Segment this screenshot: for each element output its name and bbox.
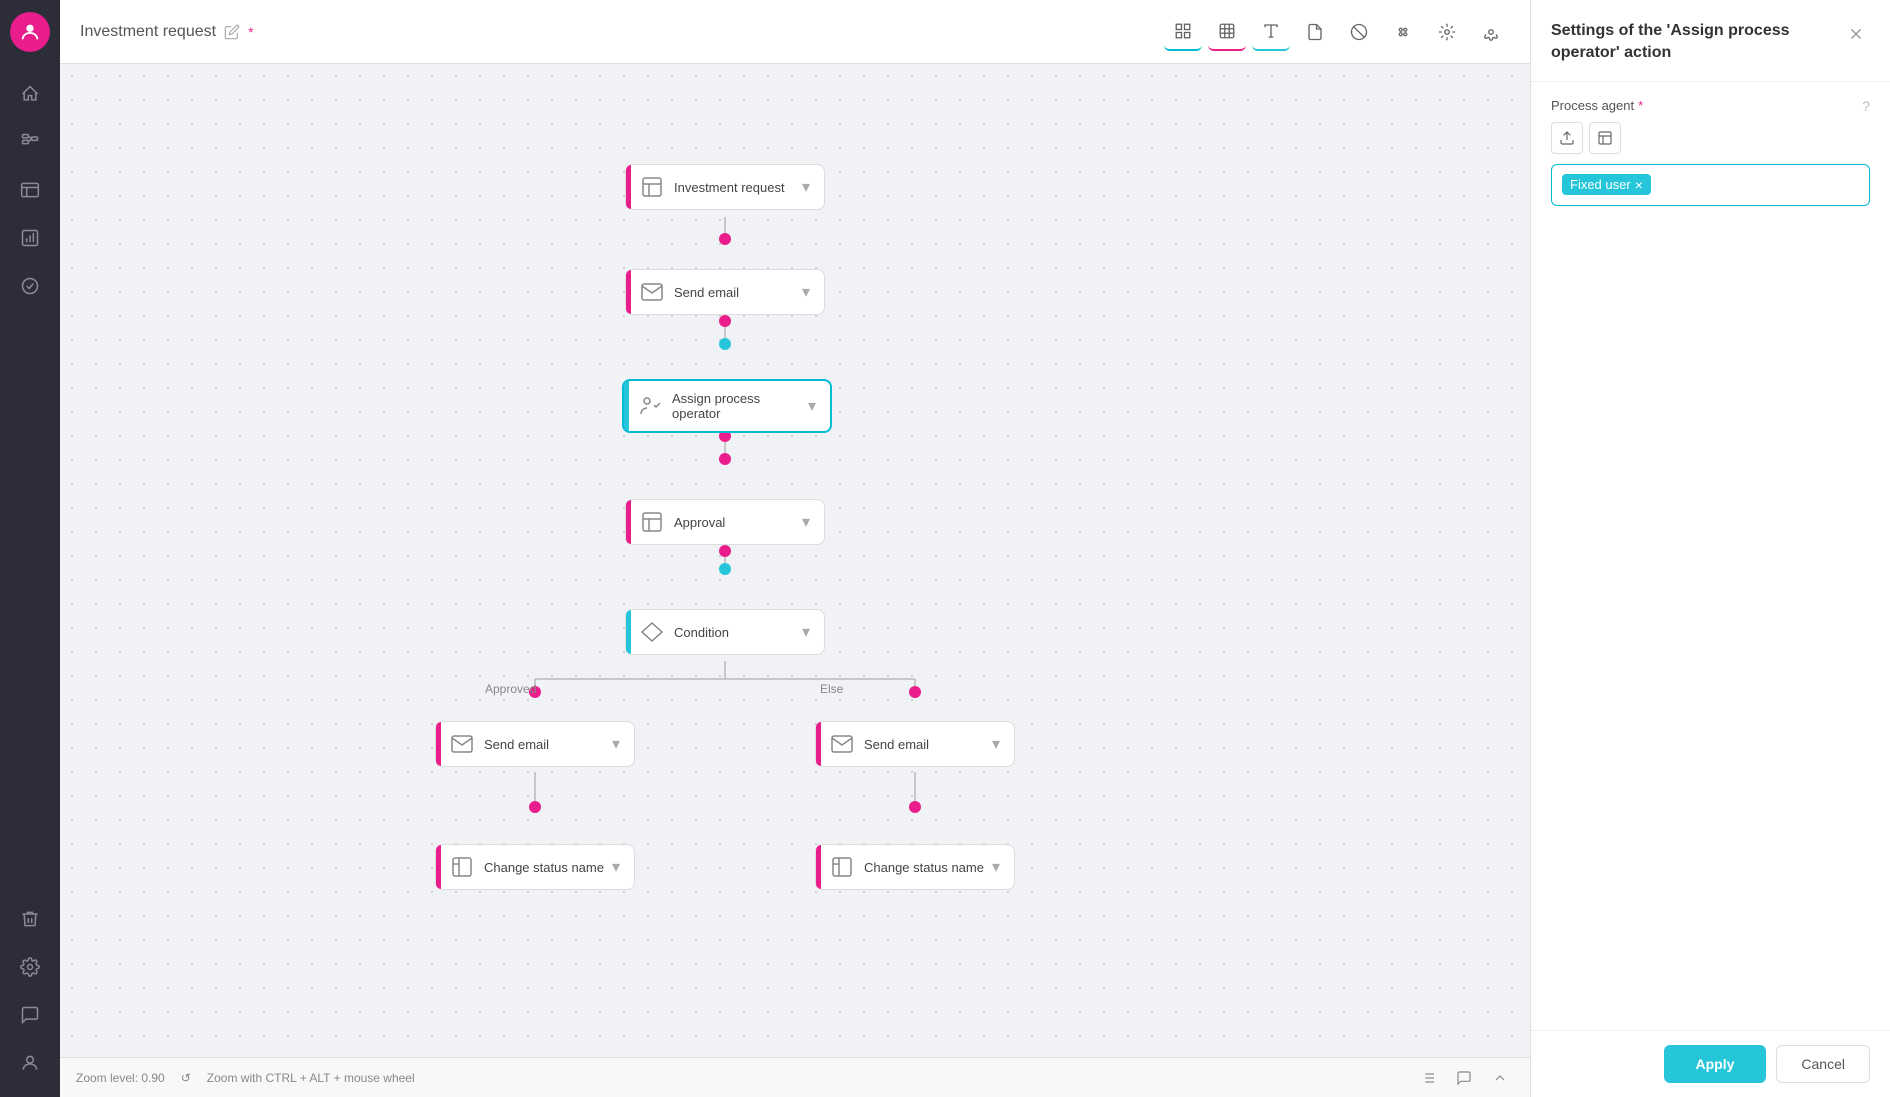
send-email-1-chevron-icon: ▾ bbox=[802, 282, 810, 302]
process-agent-label-text: Process agent bbox=[1551, 98, 1634, 113]
fixed-user-tag[interactable]: Fixed user × bbox=[1562, 174, 1651, 195]
apply-button[interactable]: Apply bbox=[1664, 1045, 1767, 1083]
sidebar-item-process[interactable] bbox=[8, 120, 52, 164]
app-logo[interactable] bbox=[10, 12, 50, 52]
toolbar-btn-3[interactable] bbox=[1252, 13, 1290, 51]
approval-icon bbox=[640, 510, 664, 534]
send-email-1-label: Send email bbox=[674, 285, 794, 300]
branch-approved-label: Approved bbox=[485, 682, 536, 696]
change-status-right-label: Change status name bbox=[864, 860, 984, 875]
investment-chevron-icon: ▾ bbox=[802, 177, 810, 197]
node-change-status-right[interactable]: Change status name ▾ bbox=[815, 844, 1015, 890]
node-approval[interactable]: Approval ▾ bbox=[625, 499, 825, 545]
change-status-left-label: Change status name bbox=[484, 860, 604, 875]
toolbar-btn-6[interactable] bbox=[1384, 13, 1422, 51]
condition-icon bbox=[640, 620, 664, 644]
status-list-icon[interactable] bbox=[1414, 1064, 1442, 1092]
send-email-1-icon bbox=[640, 280, 664, 304]
investment-request-label: Investment request bbox=[674, 180, 794, 195]
send-email-left-label: Send email bbox=[484, 737, 604, 752]
toolbar-title-area: Investment request * bbox=[80, 23, 1152, 41]
change-status-left-chevron-icon: ▾ bbox=[612, 857, 620, 877]
node-condition[interactable]: Condition ▾ bbox=[625, 609, 825, 655]
zoom-level-text: Zoom level: 0.90 bbox=[76, 1071, 165, 1085]
send-email-left-chevron-icon: ▾ bbox=[612, 734, 620, 754]
change-status-left-icon bbox=[450, 855, 474, 879]
toolbar-actions bbox=[1164, 13, 1510, 51]
node-send-email-right[interactable]: Send email ▾ bbox=[815, 721, 1015, 767]
change-status-right-icon bbox=[830, 855, 854, 879]
zoom-refresh-icon[interactable]: ↺ bbox=[181, 1071, 191, 1085]
workflow-canvas[interactable]: Investment request ▾ Send email ▾ Assign… bbox=[60, 64, 1530, 1057]
document-title: Investment request bbox=[80, 23, 216, 41]
process-agent-required: * bbox=[1638, 98, 1643, 113]
sidebar-item-tasks[interactable] bbox=[8, 264, 52, 308]
field-icon-btn-1[interactable] bbox=[1551, 122, 1583, 154]
sidebar-item-home[interactable] bbox=[8, 72, 52, 116]
assign-operator-icon bbox=[638, 394, 662, 418]
status-bar-actions bbox=[1414, 1064, 1514, 1092]
node-change-status-left[interactable]: Change status name ▾ bbox=[435, 844, 635, 890]
node-send-email-left[interactable]: Send email ▾ bbox=[435, 721, 635, 767]
sidebar bbox=[0, 0, 60, 1097]
toolbar-btn-1[interactable] bbox=[1164, 13, 1202, 51]
toolbar-btn-5[interactable] bbox=[1340, 13, 1378, 51]
field-icons-row bbox=[1551, 122, 1870, 154]
branch-else-label: Else bbox=[820, 682, 843, 696]
sidebar-item-window[interactable] bbox=[8, 168, 52, 212]
process-agent-help-icon[interactable]: ? bbox=[1862, 98, 1870, 114]
change-status-right-chevron-icon: ▾ bbox=[992, 857, 1000, 877]
investment-request-icon bbox=[640, 175, 664, 199]
panel-header: Settings of the 'Assign process operator… bbox=[1531, 0, 1890, 82]
condition-label: Condition bbox=[674, 625, 794, 640]
panel-body: Process agent * ? Fixed user × bbox=[1531, 82, 1890, 1030]
sidebar-bottom bbox=[8, 897, 52, 1085]
right-panel: Settings of the 'Assign process operator… bbox=[1530, 0, 1890, 1097]
fixed-user-tag-label: Fixed user bbox=[1570, 177, 1631, 192]
sidebar-item-delete[interactable] bbox=[8, 897, 52, 941]
assign-operator-chevron-icon: ▾ bbox=[808, 396, 816, 416]
process-agent-field-label: Process agent * ? bbox=[1551, 98, 1870, 114]
approval-chevron-icon: ▾ bbox=[802, 512, 810, 532]
status-comment-icon[interactable] bbox=[1450, 1064, 1478, 1092]
node-assign-process-operator[interactable]: Assign process operator ▾ bbox=[622, 379, 832, 433]
send-email-right-chevron-icon: ▾ bbox=[992, 734, 1000, 754]
toolbar: Investment request * bbox=[60, 0, 1530, 64]
node-send-email-1[interactable]: Send email ▾ bbox=[625, 269, 825, 315]
node-investment-request[interactable]: Investment request ▾ bbox=[625, 164, 825, 210]
zoom-hint-text: Zoom with CTRL + ALT + mouse wheel bbox=[207, 1071, 415, 1085]
send-email-right-icon bbox=[830, 732, 854, 756]
sidebar-item-settings[interactable] bbox=[8, 945, 52, 989]
panel-title: Settings of the 'Assign process operator… bbox=[1551, 20, 1842, 65]
edit-title-button[interactable] bbox=[224, 24, 240, 40]
unsaved-indicator: * bbox=[248, 24, 253, 40]
sidebar-item-user[interactable] bbox=[8, 1041, 52, 1085]
panel-footer: Apply Cancel bbox=[1531, 1030, 1890, 1097]
approval-label: Approval bbox=[674, 515, 794, 530]
field-icon-btn-2[interactable] bbox=[1589, 122, 1621, 154]
toolbar-btn-7[interactable] bbox=[1428, 13, 1466, 51]
panel-close-button[interactable] bbox=[1842, 20, 1870, 48]
process-agent-input[interactable]: Fixed user × bbox=[1551, 164, 1870, 206]
send-email-left-icon bbox=[450, 732, 474, 756]
sidebar-item-reports[interactable] bbox=[8, 216, 52, 260]
sidebar-item-chat[interactable] bbox=[8, 993, 52, 1037]
status-expand-icon[interactable] bbox=[1486, 1064, 1514, 1092]
status-bar: Zoom level: 0.90 ↺ Zoom with CTRL + ALT … bbox=[60, 1057, 1530, 1097]
fixed-user-tag-remove[interactable]: × bbox=[1635, 178, 1643, 192]
condition-chevron-icon: ▾ bbox=[802, 622, 810, 642]
main-area: Investment request * bbox=[60, 0, 1530, 1097]
cancel-button[interactable]: Cancel bbox=[1776, 1045, 1870, 1083]
assign-operator-label: Assign process operator bbox=[672, 391, 800, 421]
toolbar-btn-8[interactable] bbox=[1472, 13, 1510, 51]
toolbar-btn-2[interactable] bbox=[1208, 13, 1246, 51]
send-email-right-label: Send email bbox=[864, 737, 984, 752]
toolbar-btn-4[interactable] bbox=[1296, 13, 1334, 51]
